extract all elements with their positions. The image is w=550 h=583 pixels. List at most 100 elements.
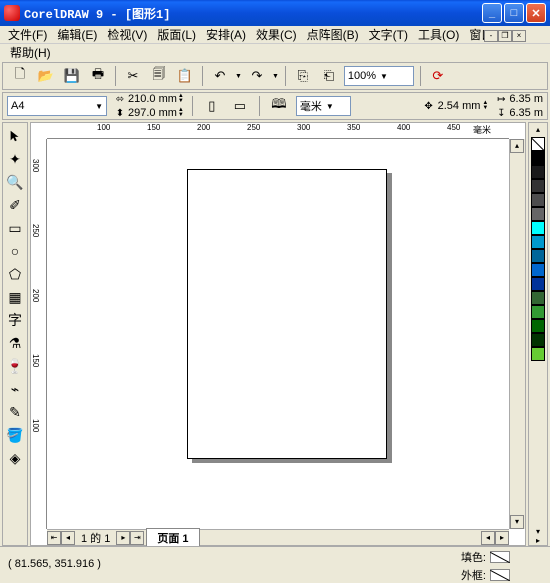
vertical-scrollbar[interactable]: ▴ ▾ bbox=[509, 139, 525, 529]
paper-combo[interactable]: A4▼ bbox=[7, 96, 107, 116]
menu-effects[interactable]: 效果(C) bbox=[252, 25, 301, 44]
color-swatch[interactable] bbox=[531, 333, 545, 347]
color-swatch[interactable] bbox=[531, 319, 545, 333]
redo-button[interactable]: ↷ bbox=[246, 65, 268, 87]
import-button[interactable]: ⎘ bbox=[292, 65, 314, 87]
toolbox: ✦ 🔍 ✐ ▭ ○ ⬠ ▦ 字 ⚗ 🍷 ⌁ ✎ 🪣 ◈ bbox=[2, 122, 28, 546]
vertical-ruler[interactable]: 300 250 200 150 100 bbox=[31, 139, 47, 529]
rectangle-tool[interactable]: ▭ bbox=[4, 217, 26, 239]
menu-bar: 文件(F) 编辑(E) 检视(V) 版面(L) 安排(A) 效果(C) 点阵图(… bbox=[0, 26, 550, 44]
window-title: CorelDRAW 9 - [图形1] bbox=[24, 5, 480, 22]
last-page-button[interactable]: ⇥ bbox=[130, 531, 144, 545]
corel-online-button[interactable]: ⟳ bbox=[427, 65, 449, 87]
open-button[interactable]: 📂 bbox=[35, 65, 57, 87]
color-swatch[interactable] bbox=[531, 347, 545, 361]
page[interactable] bbox=[187, 169, 387, 459]
menu-view[interactable]: 检视(V) bbox=[103, 25, 151, 44]
status-bar: ( 81.565, 351.916 ) 填色: 外框: bbox=[0, 546, 550, 580]
menu-layout[interactable]: 版面(L) bbox=[153, 25, 200, 44]
copy-button[interactable]: 🗐 bbox=[148, 65, 170, 87]
fill-tool[interactable]: 🪣 bbox=[4, 424, 26, 446]
graph-tool[interactable]: ▦ bbox=[4, 286, 26, 308]
blend-tool[interactable]: ⚗ bbox=[4, 332, 26, 354]
duplicate-offset[interactable]: ↦6.35 m ↧6.35 m bbox=[494, 92, 543, 120]
mdi-close[interactable]: × bbox=[512, 30, 526, 42]
nudge-group[interactable]: ✥2.54 mm▲▼ bbox=[422, 99, 489, 113]
color-swatch[interactable] bbox=[531, 151, 545, 165]
zoom-tool[interactable]: 🔍 bbox=[4, 171, 26, 193]
pick-tool[interactable] bbox=[4, 125, 26, 147]
ellipse-tool[interactable]: ○ bbox=[4, 240, 26, 262]
app-icon bbox=[4, 5, 20, 21]
landscape-button[interactable]: ▭ bbox=[229, 95, 251, 117]
palette-scroll-up[interactable]: ▴ bbox=[536, 125, 540, 137]
portrait-button[interactable]: ▯ bbox=[201, 95, 223, 117]
menu-arrange[interactable]: 安排(A) bbox=[202, 25, 250, 44]
horizontal-scrollbar[interactable]: ⇤ ◂ 1 的 1 ▸ ⇥ 页面 1 ◂ ▸ bbox=[47, 529, 509, 545]
eyedropper-tool[interactable]: ⌁ bbox=[4, 378, 26, 400]
color-swatch[interactable] bbox=[531, 193, 545, 207]
menu-edit[interactable]: 编辑(E) bbox=[53, 25, 101, 44]
interactive-fill-tool[interactable]: ◈ bbox=[4, 447, 26, 469]
prev-page-button[interactable]: ◂ bbox=[61, 531, 75, 545]
nudge-icon: ✥ bbox=[422, 99, 436, 113]
standard-toolbar: 🗋 📂 💾 🖶 ✂ 🗐 📋 ↶▼ ↷▼ ⎘ ⎗ 100%▼ ⟳ bbox=[2, 62, 548, 90]
palette-scroll-down[interactable]: ▾ bbox=[536, 527, 540, 536]
outline-tool[interactable]: ✎ bbox=[4, 401, 26, 423]
cut-button[interactable]: ✂ bbox=[122, 65, 144, 87]
horizontal-ruler[interactable]: 100 150 200 250 300 350 400 450 毫米 bbox=[47, 123, 509, 139]
minimize-button[interactable]: _ bbox=[482, 3, 502, 23]
shape-tool[interactable]: ✦ bbox=[4, 148, 26, 170]
mdi-restore[interactable]: ❐ bbox=[498, 30, 512, 42]
color-swatch[interactable] bbox=[531, 207, 545, 221]
freehand-tool[interactable]: ✐ bbox=[4, 194, 26, 216]
units-combo[interactable]: 毫米▼ bbox=[296, 96, 351, 116]
polygon-tool[interactable]: ⬠ bbox=[4, 263, 26, 285]
color-swatch[interactable] bbox=[531, 277, 545, 291]
print-button[interactable]: 🖶 bbox=[87, 65, 109, 87]
maximize-button[interactable]: □ bbox=[504, 3, 524, 23]
menu-bitmaps[interactable]: 点阵图(B) bbox=[303, 25, 363, 44]
close-button[interactable]: ✕ bbox=[526, 3, 546, 23]
cursor-coords: ( 81.565, 351.916 ) bbox=[8, 558, 101, 570]
undo-button[interactable]: ↶ bbox=[209, 65, 231, 87]
menu-file[interactable]: 文件(F) bbox=[4, 25, 51, 44]
scroll-left-button[interactable]: ◂ bbox=[481, 531, 495, 545]
paper-dimensions[interactable]: ⬄210.0 mm▲▼ ⬍297.0 mm▲▼ bbox=[113, 92, 184, 120]
new-button[interactable]: 🗋 bbox=[9, 65, 31, 87]
paste-button[interactable]: 📋 bbox=[174, 65, 196, 87]
facing-pages-icon[interactable]: 🕮 bbox=[268, 95, 290, 117]
text-tool[interactable]: 字 bbox=[4, 309, 26, 331]
color-swatch[interactable] bbox=[531, 249, 545, 263]
ruler-unit-label: 毫米 bbox=[473, 123, 491, 136]
color-swatch[interactable] bbox=[531, 179, 545, 193]
height-icon: ⬍ bbox=[113, 106, 127, 120]
color-swatch[interactable] bbox=[531, 291, 545, 305]
save-button[interactable]: 💾 bbox=[61, 65, 83, 87]
transparency-tool[interactable]: 🍷 bbox=[4, 355, 26, 377]
zoom-combo[interactable]: 100%▼ bbox=[344, 66, 414, 86]
swatch-none[interactable] bbox=[531, 137, 545, 151]
color-swatch[interactable] bbox=[531, 235, 545, 249]
fill-indicator[interactable] bbox=[490, 551, 510, 563]
outline-indicator[interactable] bbox=[490, 569, 510, 581]
drawing-canvas[interactable] bbox=[47, 139, 509, 529]
scroll-up-button[interactable]: ▴ bbox=[510, 139, 524, 153]
palette-flyout[interactable]: ▸ bbox=[536, 536, 540, 545]
scroll-down-button[interactable]: ▾ bbox=[510, 515, 524, 529]
scroll-right-button[interactable]: ▸ bbox=[495, 531, 509, 545]
page-counter: 1 的 1 bbox=[75, 530, 116, 546]
page-tab[interactable]: 页面 1 bbox=[146, 528, 199, 548]
next-page-button[interactable]: ▸ bbox=[116, 531, 130, 545]
first-page-button[interactable]: ⇤ bbox=[47, 531, 61, 545]
mdi-minimize[interactable]: - bbox=[484, 30, 498, 42]
menu-help[interactable]: 帮助(H) bbox=[6, 45, 55, 61]
export-button[interactable]: ⎗ bbox=[318, 65, 340, 87]
color-swatch[interactable] bbox=[531, 305, 545, 319]
color-swatch[interactable] bbox=[531, 263, 545, 277]
canvas-area: 100 150 200 250 300 350 400 450 毫米 300 2… bbox=[30, 122, 526, 546]
menu-text[interactable]: 文字(T) bbox=[365, 25, 412, 44]
color-swatch[interactable] bbox=[531, 221, 545, 235]
menu-tools[interactable]: 工具(O) bbox=[414, 25, 463, 44]
color-swatch[interactable] bbox=[531, 165, 545, 179]
